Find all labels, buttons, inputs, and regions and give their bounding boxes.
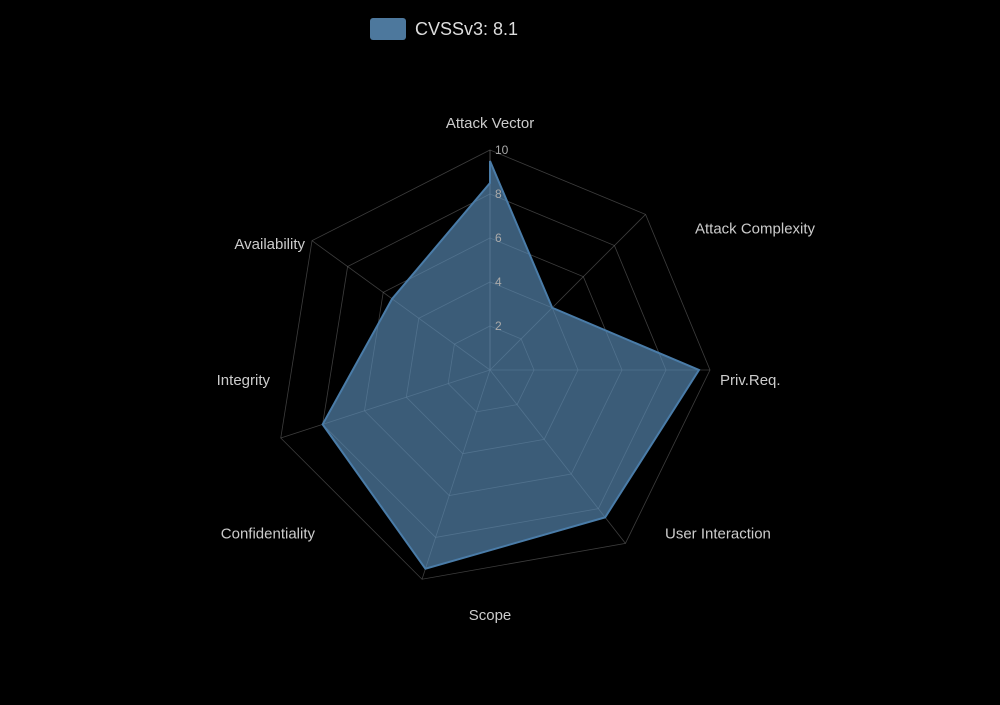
svg-text:Attack Vector: Attack Vector <box>446 115 534 132</box>
svg-text:Attack Complexity: Attack Complexity <box>695 221 816 238</box>
svg-text:Scope: Scope <box>469 607 512 624</box>
chart-container: CVSSv3: 8.1 Attack Vector Attack Complexi… <box>0 0 1000 700</box>
svg-text:Integrity: Integrity <box>217 372 271 389</box>
svg-text:6: 6 <box>495 231 502 245</box>
legend-color-box <box>370 18 406 40</box>
svg-text:User Interaction: User Interaction <box>665 525 771 542</box>
svg-text:4: 4 <box>495 275 502 289</box>
svg-text:Priv.Req.: Priv.Req. <box>720 372 781 389</box>
svg-text:2: 2 <box>495 319 502 333</box>
svg-text:10: 10 <box>495 143 509 157</box>
svg-text:Availability: Availability <box>234 236 305 253</box>
svg-text:8: 8 <box>495 187 502 201</box>
legend-label: CVSSv3: 8.1 <box>415 19 518 39</box>
svg-text:Confidentiality: Confidentiality <box>221 525 316 542</box>
